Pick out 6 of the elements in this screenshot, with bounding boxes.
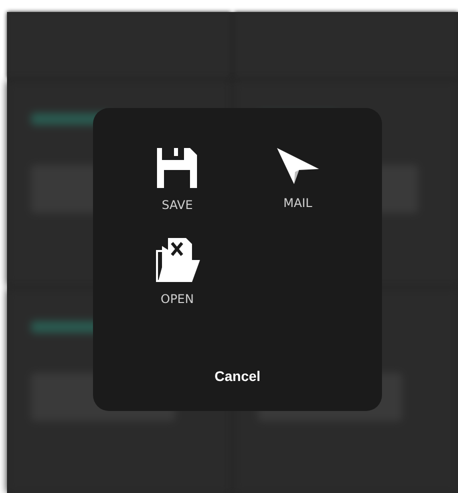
cancel-button[interactable]: Cancel <box>206 366 268 387</box>
folder-file-icon <box>154 238 200 282</box>
paper-plane-icon <box>276 148 319 186</box>
action-button[interactable]: MAIL <box>238 148 358 214</box>
action-button[interactable]: OPEN <box>117 238 238 308</box>
action-button[interactable]: SAVE <box>117 148 238 214</box>
